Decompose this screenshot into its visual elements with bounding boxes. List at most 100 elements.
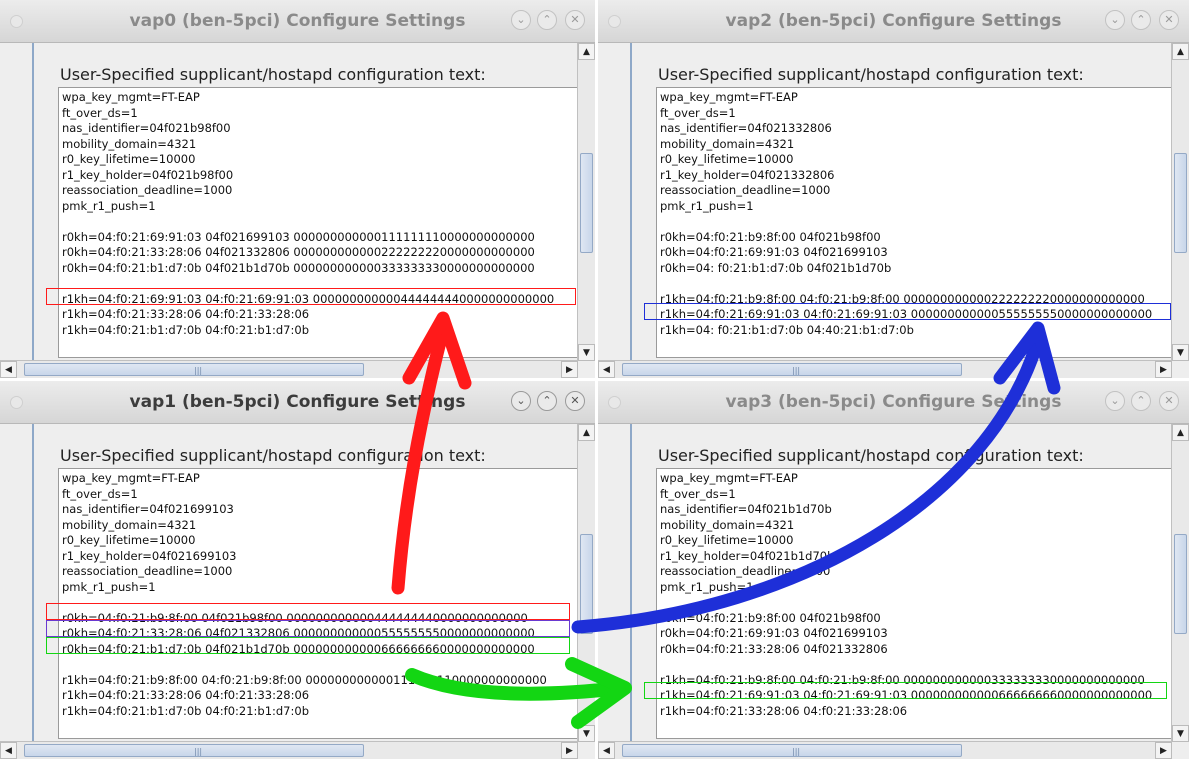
config-line: wpa_key_mgmt=FT-EAP [62, 90, 200, 104]
close-button[interactable]: ✕ [565, 10, 585, 30]
config-label: User-Specified supplicant/hostapd config… [60, 65, 486, 84]
scroll-down-icon[interactable]: ▼ [1172, 725, 1189, 742]
config-line: r0_key_lifetime=10000 [62, 152, 196, 166]
config-line: r1kh=04:f0:21:b1:d7:0b 04:f0:21:b1:d7:0b [62, 703, 309, 718]
window-body: User-Specified supplicant/hostapd config… [598, 424, 1189, 759]
scroll-right-icon[interactable]: ▶ [561, 361, 578, 378]
scroll-up-icon[interactable]: ▲ [578, 43, 595, 60]
scroll-up-icon[interactable]: ▲ [1172, 43, 1189, 60]
config-line: reassociation_deadline=1000 [62, 564, 233, 578]
maximize-button[interactable]: ⌃ [1131, 391, 1151, 411]
config-line: mobility_domain=4321 [660, 517, 795, 532]
panel-divider [32, 43, 34, 360]
config-line: r0kh=04:f0:21:b1:d7:0b 04f021b1d70b 0000… [62, 260, 535, 275]
title-bar[interactable]: vap1 (ben-5pci) Configure Settings ⌄ ⌃ ✕ [0, 381, 595, 424]
scroll-down-icon[interactable]: ▼ [578, 725, 595, 742]
scroll-right-icon[interactable]: ▶ [1155, 742, 1172, 759]
window-vap3: vap3 (ben-5pci) Configure Settings ⌄ ⌃ ✕… [598, 381, 1189, 759]
horizontal-scrollbar[interactable]: ◀ ||| ▶ [598, 360, 1172, 378]
scroll-down-icon[interactable]: ▼ [1172, 344, 1189, 361]
highlight-red-r0kh-vap1 [46, 603, 570, 620]
config-line: wpa_key_mgmt=FT-EAP [62, 471, 200, 485]
scroll-left-icon[interactable]: ◀ [598, 742, 615, 759]
scroll-down-icon[interactable]: ▼ [578, 344, 595, 361]
horizontal-scrollbar[interactable]: ◀ ||| ▶ [0, 741, 578, 759]
maximize-button[interactable]: ⌃ [537, 10, 557, 30]
config-line: r0kh=04:f0:21:b9:8f:00 04f021b98f00 [660, 610, 881, 625]
hscroll-thumb[interactable]: ||| [24, 363, 364, 376]
config-line: pmk_r1_push=1 [62, 579, 156, 594]
hscroll-thumb[interactable]: ||| [622, 744, 962, 757]
config-line: r1_key_holder=04f021b1d70b [660, 548, 835, 563]
hscroll-thumb[interactable]: ||| [622, 363, 962, 376]
window-body: User-Specified supplicant/hostapd config… [0, 43, 595, 378]
config-line: r1_key_holder=04f021332806 [660, 167, 835, 182]
config-textarea[interactable]: wpa_key_mgmt=FT-EAP ft_over_ds=1 nas_ident… [58, 87, 578, 358]
scroll-right-icon[interactable]: ▶ [1155, 361, 1172, 378]
scroll-up-icon[interactable]: ▲ [1172, 424, 1189, 441]
panel-divider [32, 424, 34, 741]
config-line: r0_key_lifetime=10000 [660, 533, 794, 547]
window-title: vap0 (ben-5pci) Configure Settings [129, 11, 466, 31]
config-line: nas_identifier=04f021699103 [62, 502, 234, 516]
config-label: User-Specified supplicant/hostapd config… [658, 446, 1084, 465]
minimize-button[interactable]: ⌄ [1105, 10, 1125, 30]
window-title: vap1 (ben-5pci) Configure Settings [129, 392, 466, 412]
config-line: pmk_r1_push=1 [660, 198, 754, 213]
panel-divider [630, 43, 632, 360]
config-line: ft_over_ds=1 [660, 486, 736, 501]
window-body: User-Specified supplicant/hostapd config… [598, 43, 1189, 378]
config-line: r0kh=04: f0:21:b1:d7:0b 04f021b1d70b [660, 260, 892, 275]
scroll-left-icon[interactable]: ◀ [598, 361, 615, 378]
title-bar[interactable]: vap2 (ben-5pci) Configure Settings ⌄ ⌃ ✕ [598, 0, 1189, 43]
title-bar[interactable]: vap0 (ben-5pci) Configure Settings ⌄ ⌃ ✕ [0, 0, 595, 43]
scroll-up-icon[interactable]: ▲ [578, 424, 595, 441]
config-line: r0kh=04:f0:21:69:91:03 04f021699103 [660, 245, 888, 259]
config-line: ft_over_ds=1 [62, 486, 138, 501]
maximize-button[interactable]: ⌃ [1131, 10, 1151, 30]
scroll-right-icon[interactable]: ▶ [561, 742, 578, 759]
scroll-thumb[interactable] [1174, 153, 1187, 253]
scroll-thumb[interactable] [580, 534, 593, 634]
minimize-button[interactable]: ⌄ [1105, 391, 1125, 411]
config-line: reassociation_deadline=1000 [660, 183, 831, 197]
close-button[interactable]: ✕ [1159, 10, 1179, 30]
horizontal-scrollbar[interactable]: ◀ ||| ▶ [0, 360, 578, 378]
config-line: r0kh=04:f0:21:69:91:03 04f021699103 [660, 626, 888, 640]
close-button[interactable]: ✕ [1159, 391, 1179, 411]
config-line: mobility_domain=4321 [62, 136, 197, 151]
config-line: r0kh=04:f0:21:b9:8f:00 04f021b98f00 [660, 229, 881, 244]
vertical-scrollbar[interactable]: ▲ ▼ [577, 424, 595, 742]
scroll-thumb[interactable] [580, 153, 593, 253]
scroll-thumb[interactable] [1174, 534, 1187, 634]
config-line: reassociation_deadline=1000 [62, 183, 233, 197]
scroll-left-icon[interactable]: ◀ [0, 361, 17, 378]
vertical-scrollbar[interactable]: ▲ ▼ [577, 43, 595, 361]
config-line: r1kh=04:f0:21:b1:d7:0b 04:f0:21:b1:d7:0b [62, 322, 309, 337]
window-title: vap2 (ben-5pci) Configure Settings [725, 11, 1062, 31]
title-bar[interactable]: vap3 (ben-5pci) Configure Settings ⌄ ⌃ ✕ [598, 381, 1189, 424]
highlight-green-r0kh-vap1 [46, 637, 570, 654]
hscroll-thumb[interactable]: ||| [24, 744, 364, 757]
horizontal-scrollbar[interactable]: ◀ ||| ▶ [598, 741, 1172, 759]
config-line: nas_identifier=04f021332806 [660, 121, 832, 135]
config-line: r1kh=04:f0:21:b9:8f:00 04:f0:21:b9:8f:00… [62, 672, 547, 687]
config-line: ft_over_ds=1 [62, 105, 138, 120]
panel-divider [630, 424, 632, 741]
close-button[interactable]: ✕ [565, 391, 585, 411]
config-line: pmk_r1_push=1 [62, 198, 156, 213]
highlight-blue-r1kh-vap2 [644, 303, 1171, 320]
minimize-button[interactable]: ⌄ [511, 391, 531, 411]
window-vap0: vap0 (ben-5pci) Configure Settings ⌄ ⌃ ✕… [0, 0, 595, 378]
config-line: reassociation_deadline=1000 [660, 564, 831, 578]
config-line: mobility_domain=4321 [62, 517, 197, 532]
maximize-button[interactable]: ⌃ [537, 391, 557, 411]
minimize-button[interactable]: ⌄ [511, 10, 531, 30]
highlight-purple-r0kh-vap1 [46, 620, 570, 637]
config-line: r1kh=04:f0:21:33:28:06 04:f0:21:33:28:06 [62, 688, 310, 702]
config-line: r1_key_holder=04f021699103 [62, 548, 237, 563]
vertical-scrollbar[interactable]: ▲ ▼ [1171, 43, 1189, 361]
scroll-left-icon[interactable]: ◀ [0, 742, 17, 759]
vertical-scrollbar[interactable]: ▲ ▼ [1171, 424, 1189, 742]
config-line: r1kh=04:f0:21:33:28:06 04:f0:21:33:28:06 [660, 703, 908, 718]
